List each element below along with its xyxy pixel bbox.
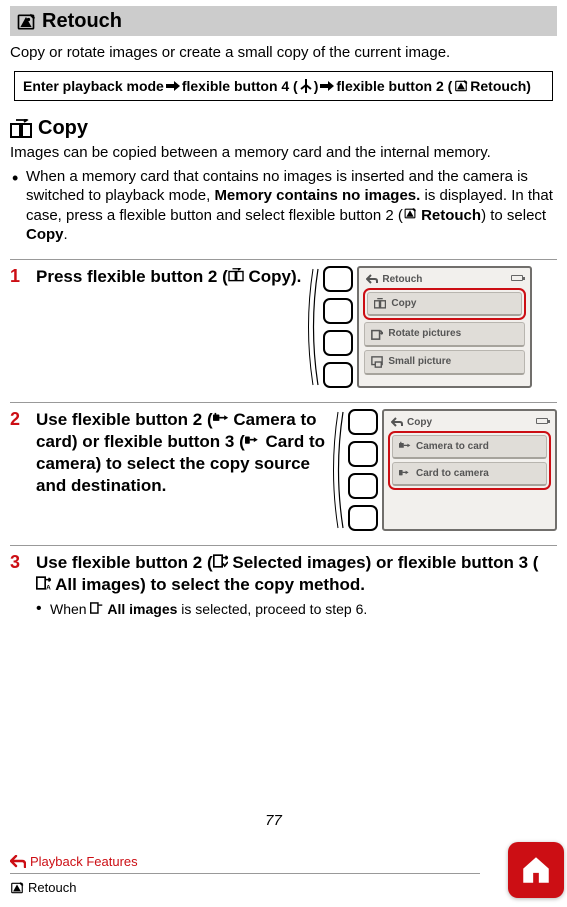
nav-fb2-label: Retouch) [470,78,531,94]
step-3-text: Use flexible button 2 ( Selected images)… [36,552,557,618]
navigation-path: Enter playback mode flexible button 4 ( … [14,71,553,101]
flexible-button-4[interactable] [323,362,353,388]
arrow-right-icon [320,80,334,92]
step-number: 1 [10,266,26,388]
flexible-button-2[interactable] [323,298,353,324]
step-2: 2 Use flexible button 2 ( Camera to card… [10,409,557,531]
section-title-text: Retouch [42,10,122,33]
retouch-icon [403,207,417,220]
arrow-right-icon [166,80,180,92]
nav-fb4: flexible button 4 ( [182,78,298,94]
card-to-camera-icon [399,468,411,478]
rotate-icon [371,328,383,340]
retouch-icon [454,79,468,93]
intro-text: Copy or rotate images or create a small … [10,44,557,61]
menu-item-copy[interactable]: Copy [367,292,522,316]
highlight-box: Camera to card Card to camera [388,431,551,490]
all-images-icon: ALL [36,576,51,590]
copy-screens-icon [10,119,32,139]
highlight-box: Copy [363,288,526,320]
menu-item-card-to-cam[interactable]: Card to camera [392,462,547,486]
device-mock-2: Copy Camera to card Card to camera [332,409,557,531]
menu-item-label: Small picture [388,356,451,367]
footer-divider [10,873,480,874]
all-images-icon [90,602,103,614]
screen-title: Retouch [382,274,422,285]
card-to-camera-icon [245,434,261,447]
flexible-button-1[interactable] [323,266,353,292]
step-number: 2 [10,409,26,531]
menu-item-rotate[interactable]: Rotate pictures [364,322,525,347]
camera-screen: Copy Camera to card Card to camera [382,409,557,531]
note-bullet-1: When a memory card that contains no imag… [10,167,557,245]
menu-item-cam-to-card[interactable]: Camera to card [392,435,547,459]
step-3: 3 Use flexible button 2 ( Selected image… [10,552,557,618]
copy-screens-icon [228,268,244,282]
svg-text:ALL: ALL [46,584,51,589]
copy-intro: Images can be copied between a memory ca… [10,143,557,163]
menu-item-label: Camera to card [416,441,489,452]
retouch-icon [10,881,24,895]
copy-screens-icon [374,298,386,309]
nav-fb2: flexible button 2 ( [336,78,452,94]
battery-icon [536,418,548,424]
home-icon [519,853,553,887]
breadcrumb-playback[interactable]: Playback Features [10,854,557,869]
divider [10,259,557,260]
section-title: Retouch [10,6,557,36]
step-3-sub: When All images is selected, proceed to … [36,600,547,618]
back-arrow-icon [10,855,26,868]
nav-enter: Enter playback mode [23,78,164,94]
small-picture-icon [371,356,383,368]
nav-fb4-close: ) [314,78,319,94]
flexible-button-1[interactable] [348,409,378,435]
back-arrow-icon [366,274,378,284]
page-number: 77 [0,812,547,829]
menu-item-label: Card to camera [416,468,489,479]
subsection-title-text: Copy [38,117,88,140]
home-button[interactable] [508,842,564,898]
screen-title: Copy [407,417,432,428]
menu-item-label: Copy [391,298,416,309]
camera-to-card-icon [213,412,229,425]
device-mock-1: Retouch Copy Rotate pictures [307,266,532,388]
flexible-button-3[interactable] [348,473,378,499]
step-number: 3 [10,552,26,618]
breadcrumb-label: Retouch [28,880,76,895]
camera-screen: Retouch Copy Rotate pictures [357,266,532,388]
flexible-button-2[interactable] [348,441,378,467]
step-2-text: Use flexible button 2 ( Camera to card) … [36,409,326,531]
battery-icon [511,275,523,281]
divider [10,545,557,546]
step-1-text: Press flexible button 2 ( Copy). [36,266,301,388]
fork-icon [300,79,312,93]
menu-item-label: Rotate pictures [388,328,461,339]
selected-images-icon [213,554,228,568]
camera-to-card-icon [399,441,411,451]
flexible-button-4[interactable] [348,505,378,531]
retouch-icon [16,12,36,32]
breadcrumb-retouch: Retouch [10,880,557,895]
menu-item-small[interactable]: Small picture [364,350,525,375]
back-arrow-icon [391,417,403,427]
flexible-button-3[interactable] [323,330,353,356]
breadcrumb-label: Playback Features [30,854,138,869]
step-1: 1 Press flexible button 2 ( Copy). [10,266,557,388]
divider [10,402,557,403]
subsection-title: Copy [10,117,557,140]
